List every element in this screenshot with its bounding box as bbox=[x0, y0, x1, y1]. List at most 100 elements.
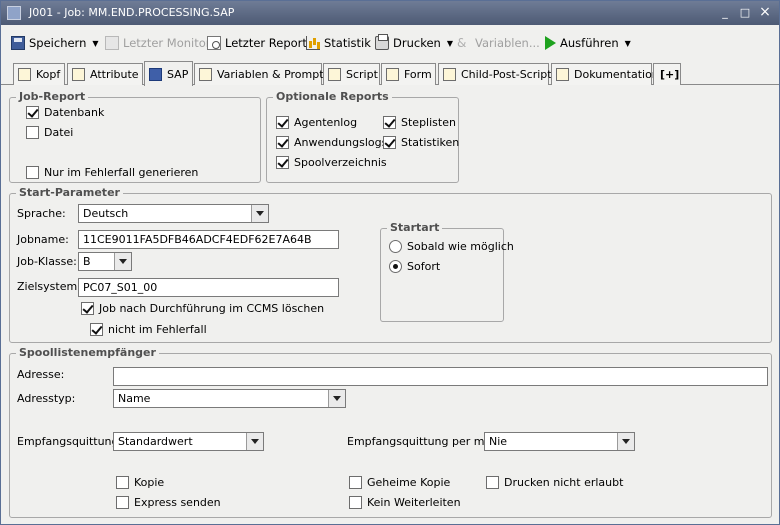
not-on-error-checkbox[interactable]: nicht im Fehlerfall bbox=[90, 323, 207, 336]
checkbox-box[interactable] bbox=[90, 323, 103, 336]
spool-dir-checkbox[interactable]: Spoolverzeichnis bbox=[276, 156, 387, 169]
checkbox-box[interactable] bbox=[383, 136, 396, 149]
start-type-legend: Startart bbox=[387, 221, 443, 234]
tab-form[interactable]: Form bbox=[381, 63, 436, 85]
statistics-checkbox[interactable]: Statistiken bbox=[383, 136, 459, 149]
chevron-down-icon[interactable] bbox=[246, 433, 263, 450]
close-button[interactable]: × bbox=[757, 5, 773, 20]
express-checkbox[interactable]: Express senden bbox=[116, 496, 221, 509]
optional-reports-legend: Optionale Reports bbox=[273, 90, 392, 103]
tab-dokumentation[interactable]: Dokumentation bbox=[551, 63, 659, 85]
copy-label: Kopie bbox=[134, 476, 165, 489]
print-button[interactable]: Drucken ▼ bbox=[375, 33, 453, 53]
not-on-error-label: nicht im Fehlerfall bbox=[108, 323, 207, 336]
checkbox-box[interactable] bbox=[276, 136, 289, 149]
tab-child-post-script[interactable]: Child-Post-Script bbox=[438, 63, 552, 85]
only-on-error-checkbox[interactable]: Nur im Fehlerfall generieren bbox=[26, 166, 198, 179]
file-checkbox[interactable]: Datei bbox=[26, 126, 73, 139]
tab-script[interactable]: Script bbox=[323, 63, 380, 85]
checkbox-box[interactable] bbox=[116, 496, 129, 509]
delete-ccms-checkbox[interactable]: Job nach Durchführung im CCMS löschen bbox=[81, 302, 324, 315]
target-system-label: Zielsystem: bbox=[17, 280, 81, 293]
spool-dir-label: Spoolverzeichnis bbox=[294, 156, 387, 169]
step-lists-label: Steplisten bbox=[401, 116, 456, 129]
tab-label: Child-Post-Script bbox=[461, 68, 552, 81]
checkbox-box[interactable] bbox=[486, 476, 499, 489]
copy-checkbox[interactable]: Kopie bbox=[116, 476, 164, 489]
tab-kopf-icon bbox=[18, 68, 31, 81]
chevron-down-icon[interactable] bbox=[251, 205, 268, 222]
checkbox-box[interactable] bbox=[116, 476, 129, 489]
database-checkbox[interactable]: Datenbank bbox=[26, 106, 104, 119]
tab-form-icon bbox=[386, 68, 399, 81]
checkbox-box[interactable] bbox=[81, 302, 94, 315]
app-logs-checkbox[interactable]: Anwendungslogs bbox=[276, 136, 387, 149]
asap-radio[interactable]: Sobald wie möglich bbox=[389, 240, 514, 253]
no-forward-checkbox[interactable]: Kein Weiterleiten bbox=[349, 496, 461, 509]
tab-bar: Kopf Attribute SAP Variablen & Prompts S… bbox=[1, 61, 779, 86]
secret-copy-checkbox[interactable]: Geheime Kopie bbox=[349, 476, 450, 489]
save-icon bbox=[11, 36, 25, 50]
address-label: Adresse: bbox=[17, 368, 65, 381]
statistics-label: Statistik bbox=[324, 36, 371, 50]
chevron-down-icon[interactable] bbox=[114, 253, 131, 270]
tab-label: Kopf bbox=[36, 68, 61, 81]
checkbox-box[interactable] bbox=[349, 476, 362, 489]
last-report-button[interactable]: Letzter Report bbox=[207, 33, 307, 53]
checkbox-box[interactable] bbox=[349, 496, 362, 509]
jobclass-value: B bbox=[83, 255, 91, 268]
print-not-allowed-checkbox[interactable]: Drucken nicht erlaubt bbox=[486, 476, 623, 489]
tab-variables-prompts[interactable]: Variablen & Prompts bbox=[194, 63, 329, 85]
report-icon bbox=[207, 36, 221, 50]
tab-label: Form bbox=[404, 68, 432, 81]
monitor-icon bbox=[105, 36, 119, 50]
start-parameter-legend: Start-Parameter bbox=[16, 186, 123, 199]
chevron-down-icon[interactable] bbox=[328, 390, 345, 407]
chevron-down-icon[interactable]: ▼ bbox=[447, 39, 453, 48]
checkbox-box[interactable] bbox=[276, 116, 289, 129]
database-label: Datenbank bbox=[44, 106, 105, 119]
execute-button[interactable]: Ausführen ▼ bbox=[545, 33, 631, 53]
checkbox-box[interactable] bbox=[26, 166, 39, 179]
immediate-radio[interactable]: Sofort bbox=[389, 260, 440, 273]
receipt-select[interactable]: Standardwert bbox=[113, 432, 264, 451]
checkbox-box[interactable] bbox=[26, 106, 39, 119]
printer-icon bbox=[375, 34, 389, 50]
target-system-input[interactable]: PC07_S01_00 bbox=[78, 278, 339, 297]
address-input[interactable] bbox=[113, 367, 768, 386]
tab-kopf[interactable]: Kopf bbox=[13, 63, 65, 85]
checkbox-box[interactable] bbox=[26, 126, 39, 139]
mail-receipt-select[interactable]: Nie bbox=[484, 432, 635, 451]
job-window: J001 - Job: MM.END.PROCESSING.SAP _ □ × … bbox=[0, 0, 780, 525]
step-lists-checkbox[interactable]: Steplisten bbox=[383, 116, 456, 129]
save-button[interactable]: Speichern ▼ bbox=[11, 33, 99, 53]
title-bar: J001 - Job: MM.END.PROCESSING.SAP _ □ × bbox=[1, 1, 779, 25]
checkbox-box[interactable] bbox=[383, 116, 396, 129]
jobname-input[interactable]: 11CE9011FA5DFB46ADCF4EDF62E7A64B bbox=[78, 230, 339, 249]
tab-attribute-icon bbox=[72, 68, 85, 81]
statistics-button[interactable]: Statistik bbox=[306, 33, 371, 53]
tab-sap[interactable]: SAP bbox=[144, 61, 193, 86]
language-select[interactable]: Deutsch bbox=[78, 204, 269, 223]
maximize-button[interactable]: □ bbox=[737, 5, 753, 20]
radio-circle[interactable] bbox=[389, 240, 402, 253]
tab-label: Script bbox=[346, 68, 378, 81]
radio-circle[interactable] bbox=[389, 260, 402, 273]
variables-button[interactable]: & Variablen... bbox=[457, 33, 540, 53]
spool-recipient-legend: Spoollistenempfänger bbox=[16, 346, 159, 359]
add-tab-label: [+] bbox=[660, 68, 680, 81]
agent-log-checkbox[interactable]: Agentenlog bbox=[276, 116, 357, 129]
chevron-down-icon[interactable]: ▼ bbox=[92, 39, 98, 48]
minimize-button[interactable]: _ bbox=[717, 5, 733, 20]
jobclass-select[interactable]: B bbox=[78, 252, 132, 271]
play-icon bbox=[545, 36, 556, 50]
tab-add[interactable]: [+] bbox=[653, 63, 681, 85]
chevron-down-icon[interactable]: ▼ bbox=[625, 39, 631, 48]
checkbox-box[interactable] bbox=[276, 156, 289, 169]
asap-label: Sobald wie möglich bbox=[407, 240, 514, 253]
chevron-down-icon[interactable] bbox=[617, 433, 634, 450]
address-type-select[interactable]: Name bbox=[113, 389, 346, 408]
no-forward-label: Kein Weiterleiten bbox=[367, 496, 461, 509]
last-monitor-button[interactable]: Letzter Monitor bbox=[105, 33, 211, 53]
tab-attribute[interactable]: Attribute bbox=[67, 63, 143, 85]
